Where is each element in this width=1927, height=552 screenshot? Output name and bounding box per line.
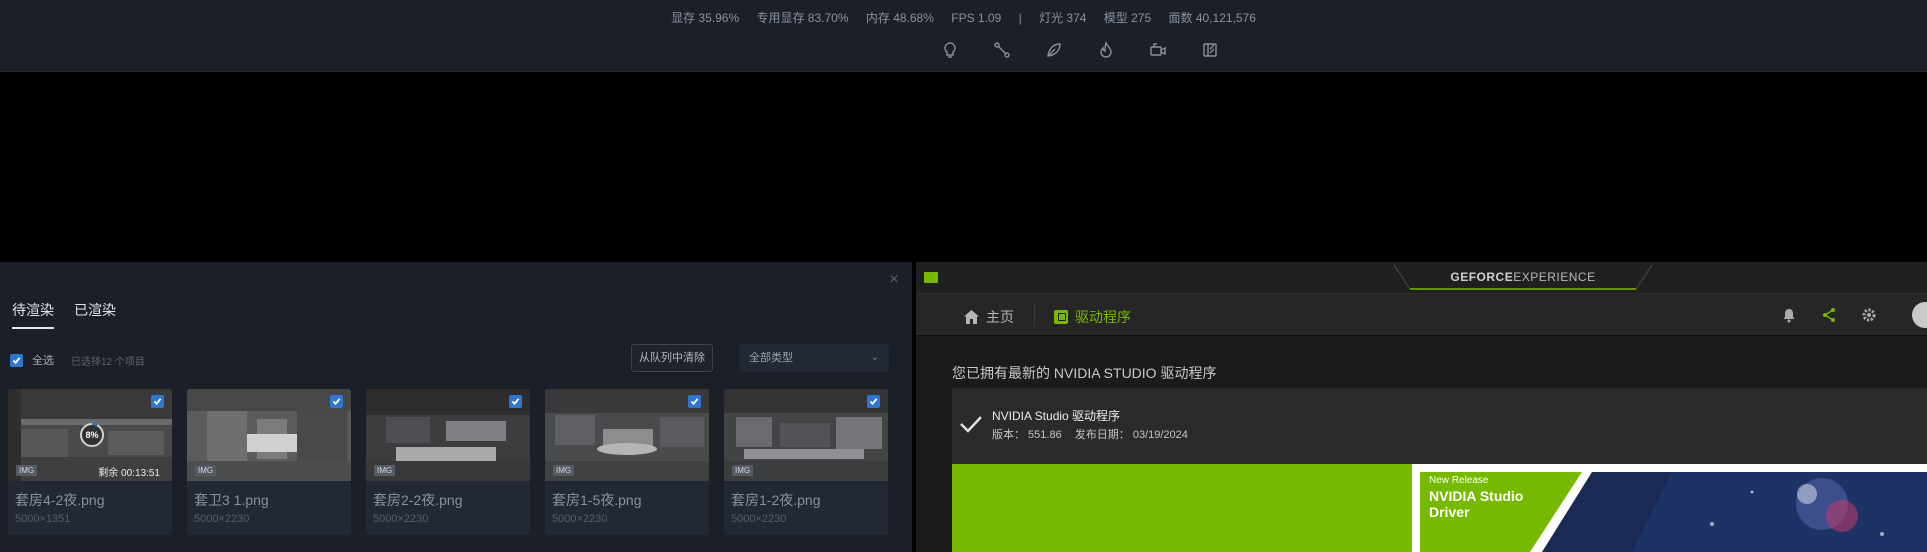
remaining-time: 剩余 00:13:51: [98, 468, 160, 479]
close-icon[interactable]: ×: [886, 272, 902, 288]
faces-stat: 面数 40,121,576: [1168, 11, 1256, 25]
nav-drivers[interactable]: 驱动程序: [1054, 307, 1131, 327]
brand-light: EXPERIENCE: [1513, 270, 1596, 284]
card-checkbox[interactable]: [509, 395, 522, 408]
drivers-page: 您已拥有最新的 NVIDIA STUDIO 驱动程序 NVIDIA Studio…: [916, 337, 1927, 552]
memory-stat: 内存 48.68%: [865, 11, 934, 25]
card-checkbox[interactable]: [688, 395, 701, 408]
gfe-titlebar[interactable]: GEFORCEEXPERIENCE: [916, 262, 1927, 294]
avatar[interactable]: [1912, 302, 1927, 328]
nav-drivers-label: 驱动程序: [1075, 309, 1131, 325]
card-size: 5000×1351: [15, 513, 71, 525]
chevron-down-icon: ⌄: [870, 352, 879, 363]
gfe-brand: GEFORCEEXPERIENCE: [1394, 265, 1652, 291]
card-name: 套房4-2夜.png: [15, 492, 105, 508]
gear-icon[interactable]: [1860, 306, 1878, 324]
gfe-nav: 主页 驱动程序: [916, 294, 1927, 336]
type-filter-select[interactable]: 全部类型 ⌄: [739, 344, 889, 372]
stat-separator: |: [1018, 11, 1022, 25]
banner-green-panel: [952, 464, 1412, 552]
queue-toolbar: 全选 已选择12 个项目 从队列中清除 全部类型 ⌄: [8, 343, 889, 373]
bulb-icon[interactable]: [941, 41, 959, 59]
path-icon[interactable]: [993, 41, 1011, 59]
driver-release-date: 发布日期： 03/19/2024: [1074, 429, 1188, 441]
driver-name: NVIDIA Studio 驱动程序: [992, 409, 1121, 423]
driver-icon: [1054, 310, 1068, 324]
models-stat: 模型 275: [1103, 11, 1152, 25]
img-badge: IMG: [195, 465, 217, 476]
tab-pending[interactable]: 待渲染: [12, 300, 54, 329]
render-card[interactable]: IMG 套房1-2夜.png 5000×2230: [724, 389, 888, 535]
render-card[interactable]: IMG 套房2-2夜.png 5000×2230: [366, 389, 530, 535]
share-icon[interactable]: [1820, 306, 1838, 324]
img-badge: IMG: [16, 465, 38, 476]
check-icon: [960, 416, 982, 433]
card-name: 套卫3 1.png: [194, 492, 269, 508]
render-viewport[interactable]: [0, 72, 1927, 262]
vram-stat: 显存 35.96%: [671, 11, 740, 25]
render-stats: 显存 35.96% 专用显存 83.70% 内存 48.68% FPS 1.09…: [0, 9, 1927, 26]
card-name: 套房1-5夜.png: [552, 492, 642, 508]
card-name: 套房2-2夜.png: [373, 492, 463, 508]
new-release-banner[interactable]: New Release NVIDIA Studio Driver: [952, 464, 1927, 552]
tab-rendered[interactable]: 已渲染: [74, 300, 116, 329]
card-size: 5000×2230: [552, 513, 608, 525]
home-icon: [964, 310, 979, 324]
dedicated-vram-stat: 专用显存 83.70%: [756, 11, 849, 25]
banner-title-line2: Driver: [1429, 504, 1470, 520]
select-all-checkbox[interactable]: [10, 353, 23, 367]
nvidia-logo-icon: [924, 272, 938, 283]
img-badge: IMG: [374, 465, 396, 476]
flame-icon[interactable]: [1097, 41, 1115, 59]
type-filter-value: 全部类型: [749, 352, 793, 364]
panel-icon[interactable]: [1201, 41, 1219, 59]
card-checkbox[interactable]: [330, 395, 343, 408]
render-card-list: 8% IMG 剩余 00:13:51 套房4-2夜.png 5000×1351 …: [8, 389, 888, 535]
nav-home[interactable]: 主页: [964, 307, 1014, 327]
img-badge: IMG: [732, 465, 754, 476]
select-all[interactable]: 全选 已选择12 个项目: [10, 352, 145, 368]
nav-home-label: 主页: [986, 309, 1014, 325]
card-size: 5000×2230: [373, 513, 429, 525]
driver-version: 版本： 551.86: [992, 429, 1062, 441]
bell-icon[interactable]: [1780, 306, 1798, 324]
select-all-label: 全选: [32, 355, 54, 367]
viewport-tools: [941, 41, 1219, 59]
up-to-date-message: 您已拥有最新的 NVIDIA STUDIO 驱动程序: [952, 365, 1217, 381]
render-progress: 8%: [78, 421, 106, 449]
installed-driver-card: NVIDIA Studio 驱动程序 版本： 551.86 发布日期： 03/1…: [952, 388, 1927, 464]
banner-title-line1: NVIDIA Studio: [1429, 488, 1524, 504]
card-checkbox[interactable]: [867, 395, 880, 408]
img-badge: IMG: [553, 465, 575, 476]
status-bar: 显存 35.96% 专用显存 83.70% 内存 48.68% FPS 1.09…: [0, 0, 1927, 72]
selected-count: 已选择12 个项目: [71, 356, 145, 368]
geforce-experience-window: GEFORCEEXPERIENCE 主页 驱动程序 您已拥有最新的 NVIDIA…: [916, 262, 1927, 552]
driver-meta: 版本： 551.86 发布日期： 03/19/2024: [992, 426, 1198, 442]
camera-icon[interactable]: [1149, 41, 1167, 59]
leaf-icon[interactable]: [1045, 41, 1063, 59]
progress-percent: 8%: [85, 430, 99, 440]
banner-title: NVIDIA Studio Driver: [1429, 488, 1523, 520]
render-card[interactable]: IMG 套房1-5夜.png 5000×2230: [545, 389, 709, 535]
card-size: 5000×2230: [194, 513, 250, 525]
clear-from-queue-button[interactable]: 从队列中清除: [631, 344, 713, 372]
brand-bold: GEFORCE: [1450, 270, 1514, 284]
queue-tabs: 待渲染 已渲染: [12, 300, 116, 329]
lights-stat: 灯光 374: [1039, 11, 1087, 25]
banner-label: New Release: [1429, 475, 1489, 486]
render-card[interactable]: IMG 套卫3 1.png 5000×2230: [187, 389, 351, 535]
card-size: 5000×2230: [731, 513, 787, 525]
render-queue-panel: × 待渲染 已渲染 全选 已选择12 个项目 从队列中清除 全部类型 ⌄ 8% …: [0, 262, 912, 552]
fps-stat: FPS 1.09: [951, 11, 1002, 25]
banner-artwork: New Release NVIDIA Studio Driver: [1412, 464, 1927, 552]
render-card[interactable]: 8% IMG 剩余 00:13:51 套房4-2夜.png 5000×1351: [8, 389, 172, 535]
card-checkbox[interactable]: [151, 395, 164, 408]
nav-divider: [1034, 303, 1035, 327]
card-name: 套房1-2夜.png: [731, 492, 821, 508]
